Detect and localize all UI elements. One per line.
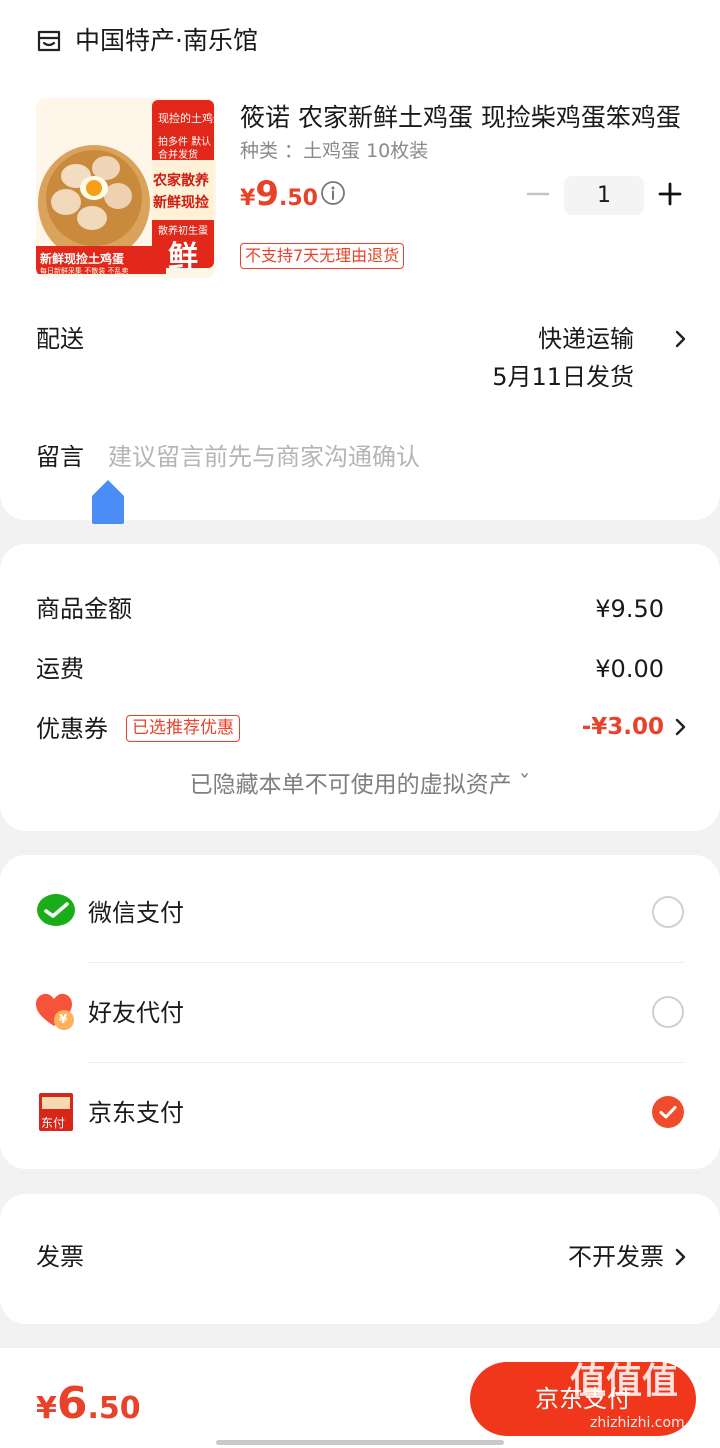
chevron-right-icon[interactable] [674, 717, 688, 737]
quantity-value[interactable]: 1 [564, 176, 644, 215]
friend-pay-icon [36, 993, 74, 1030]
message-input[interactable] [108, 440, 668, 474]
wechat-pay-icon [37, 894, 75, 926]
jd-pay-icon-text: 东付 [41, 1116, 66, 1130]
payment-radio-checked[interactable] [652, 1096, 684, 1128]
payment-radio-unchecked[interactable] [652, 896, 684, 928]
shipping-fee-label: 运费 [36, 655, 84, 683]
price-decimal: .50 [278, 186, 318, 211]
total-currency: ¥ [36, 1391, 57, 1426]
payment-option-jd[interactable]: 东付 京东支付 [0, 1080, 720, 1146]
coupon-value[interactable]: -¥3.00 [582, 710, 664, 744]
shop-name[interactable]: 中国特产·南乐馆 [75, 24, 258, 58]
total-decimal: .50 [87, 1391, 141, 1426]
price-currency: ¥ [240, 186, 256, 211]
order-item-card: 中国特产·南乐馆 现捡的土鸡蛋 拍多件 默认合并发货 农家散养 新鲜现捡 散养初… [0, 0, 720, 524]
chevron-right-icon[interactable] [674, 329, 688, 349]
friend-pay-icon-text: ¥ [59, 1012, 68, 1026]
payment-label: 京东支付 [88, 1099, 184, 1127]
invoice-value[interactable]: 不开发票 [568, 1240, 664, 1274]
quantity-minus-button[interactable] [524, 180, 552, 208]
product-title[interactable]: 筱诺 农家新鲜土鸡蛋 现捡柴鸡蛋笨鸡蛋 [240, 100, 690, 136]
home-indicator[interactable] [216, 1440, 504, 1445]
payment-label: 好友代付 [88, 999, 184, 1027]
image-note: 拍多件 默认合并发货 [158, 137, 212, 161]
goods-amount-label: 商品金额 [36, 595, 132, 623]
watermark: 值值值 [570, 1361, 679, 1402]
image-text-line2: 新鲜现捡 [153, 195, 209, 211]
watermark-domain: zhizhizhi.com [590, 1415, 685, 1431]
product-image[interactable]: 现捡的土鸡蛋 拍多件 默认合并发货 农家散养 新鲜现捡 散养初生蛋 鲜 新鲜现捡… [36, 98, 216, 278]
product-price: ¥9.50 [240, 174, 318, 214]
image-bottom-fine: 每日新鲜采集 不散装 不乱卖 [40, 267, 129, 275]
coupon-label: 优惠券 [36, 715, 108, 743]
quantity-plus-button[interactable] [656, 180, 684, 208]
invoice-label: 发票 [36, 1243, 84, 1271]
delivery-date: 5月11日发货 [492, 363, 634, 391]
coupon-badge: 已选推荐优惠 [126, 715, 240, 742]
divider [88, 1062, 684, 1063]
goods-amount-value: ¥9.50 [595, 595, 664, 623]
delivery-label: 配送 [36, 325, 84, 353]
delivery-method[interactable]: 快递运输 [538, 322, 634, 356]
return-policy-badge: 不支持7天无理由退货 [240, 243, 405, 269]
price-integer: 9 [255, 174, 279, 214]
total-price: ¥6.50 [36, 1378, 141, 1429]
shop-icon [37, 30, 61, 52]
total-integer: 6 [56, 1378, 88, 1429]
divider [88, 962, 684, 963]
message-label: 留言 [36, 443, 84, 471]
image-ribbon: 现捡的土鸡蛋 [158, 112, 216, 125]
image-big-char: 鲜 [168, 240, 198, 275]
hidden-assets-toggle[interactable]: 已隐藏本单不可使用的虚拟资产 ˇ [0, 768, 720, 802]
payment-radio-unchecked[interactable] [652, 996, 684, 1028]
chevron-right-icon[interactable] [674, 1247, 688, 1267]
image-bottom-banner: 新鲜现捡土鸡蛋 [40, 252, 125, 266]
payment-option-friend[interactable]: ¥ 好友代付 [0, 980, 720, 1046]
product-spec[interactable]: 种类 ：土鸡蛋 10枚装 [240, 138, 428, 164]
info-icon[interactable] [320, 180, 346, 206]
text-cursor-handle-icon[interactable] [90, 478, 126, 526]
image-text-line1: 农家散养 [153, 173, 209, 189]
payment-label: 微信支付 [88, 899, 184, 927]
shipping-fee-value: ¥0.00 [595, 655, 664, 683]
payment-option-wechat[interactable]: 微信支付 [0, 880, 720, 946]
checkmark-icon [659, 1106, 677, 1119]
